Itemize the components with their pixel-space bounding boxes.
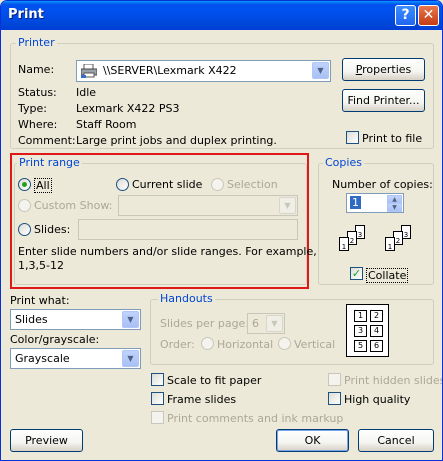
custom-show-label: Custom Show: [34,199,113,212]
horizontal-label: Horizontal [217,338,274,351]
ok-button[interactable]: OK [276,429,349,452]
custom-show-select[interactable]: ▼ [118,195,298,216]
slides-input[interactable] [78,219,298,240]
collate-label: Collate [366,268,409,283]
comment-label: Comment: [18,134,76,147]
spin-down-icon[interactable]: ▼ [387,203,402,212]
chevron-down-icon[interactable]: ▼ [279,197,296,214]
handouts-group [150,299,434,365]
close-button[interactable]: ✕ [418,5,439,26]
color-grayscale-select[interactable]: Grayscale ▼ [10,348,141,369]
handout-cell: 2 [370,310,383,322]
chevron-down-icon[interactable]: ▼ [122,311,139,328]
properties-button[interactable]: Properties [342,58,425,81]
cancel-button[interactable]: Cancel [358,429,434,452]
find-printer-button[interactable]: Find Printer... [342,89,425,112]
chevron-down-icon[interactable]: ▼ [312,62,329,79]
print-what-label: Print what: [10,294,70,307]
print-comments-label: Print comments and ink markup [167,412,344,425]
vertical-radio[interactable] [278,337,291,350]
handouts-label: Handouts [158,292,215,305]
range-hint: Enter slide numbers and/or slide ranges.… [18,245,317,258]
handout-cell: 3 [354,325,367,337]
handout-preview: 1 2 3 4 5 6 [346,304,389,357]
frame-slides-checkbox[interactable] [151,392,164,405]
print-range-label: Print range [17,156,82,169]
high-quality-label: High quality [344,393,411,406]
collate-page: 1 [385,237,395,251]
handout-cell: 1 [354,310,367,322]
order-label: Order: [160,338,195,351]
type-label: Type: [18,102,47,115]
collate-page: 1 [339,237,349,251]
current-slide-label: Current slide [132,178,203,191]
collate-illustration: 3 2 1 3 2 1 [331,221,421,257]
number-of-copies-label: Number of copies: [332,178,433,191]
chevron-down-icon[interactable]: ▼ [266,315,283,332]
horizontal-radio[interactable] [201,337,214,350]
print-hidden-checkbox[interactable] [328,373,341,386]
comment-value: Large print jobs and duplex printing. [76,134,277,147]
slides-per-page-label: Slides per page: [160,317,250,330]
scale-to-fit-label: Scale to fit paper [167,374,262,387]
slides-radio[interactable] [18,223,31,236]
type-value: Lexmark X422 PS3 [76,102,180,115]
print-to-file-checkbox[interactable] [346,131,359,144]
preview-button[interactable]: Preview [10,429,83,452]
handout-cell: 4 [370,325,383,337]
print-comments-checkbox[interactable] [151,411,164,424]
print-hidden-label: Print hidden slides [344,374,443,387]
window-title: Print [8,7,44,22]
status-label: Status: [18,86,57,99]
slides-label: Slides: [34,223,71,236]
all-label: All [34,178,52,193]
vertical-label: Vertical [294,338,336,351]
print-dialog: Print ? ✕ Printer Name: \\SERVER\Lexmark… [0,0,443,461]
where-value: Staff Room [76,118,137,131]
handout-cell: 6 [370,340,383,352]
color-grayscale-label: Color/grayscale: [10,333,100,346]
current-slide-radio[interactable] [116,178,129,191]
name-label: Name: [18,63,55,76]
copies-value: 1 [350,196,361,209]
frame-slides-label: Frame slides [167,393,237,406]
handout-cell: 5 [354,340,367,352]
printer-icon [80,63,98,78]
print-what-select[interactable]: Slides ▼ [10,309,141,330]
printer-name-select[interactable]: \\SERVER\Lexmark X422 ▼ [76,60,331,82]
custom-show-radio[interactable] [18,199,31,212]
chevron-down-icon[interactable]: ▼ [122,350,139,367]
help-button[interactable]: ? [395,5,416,26]
printer-group-label: Printer [16,36,57,49]
collate-checkbox[interactable]: ✓ [350,267,363,280]
selection-radio[interactable] [211,178,224,191]
all-radio[interactable] [18,178,31,191]
printer-name-value: \\SERVER\Lexmark X422 [103,64,237,77]
range-hint-example: 1,3,5-12 [18,259,64,272]
where-label: Where: [18,118,58,131]
status-value: Idle [76,86,97,99]
scale-to-fit-checkbox[interactable] [151,373,164,386]
copies-label: Copies [323,156,364,169]
title-bar[interactable]: Print ? ✕ [1,1,442,30]
high-quality-checkbox[interactable] [328,392,341,405]
slides-per-page-select[interactable]: 6 ▼ [247,313,285,334]
copies-input[interactable]: 1 ▲ ▼ [346,193,404,213]
selection-label: Selection [227,178,278,191]
print-to-file-label: Print to file [362,132,423,145]
